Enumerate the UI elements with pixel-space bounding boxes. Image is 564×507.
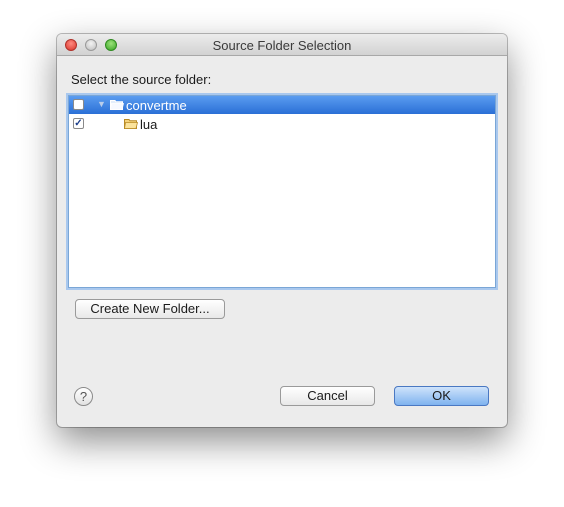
tree-node-convertme[interactable]: ▼ convertme — [69, 96, 495, 114]
help-icon[interactable]: ? — [74, 387, 93, 406]
expand-triangle-icon[interactable]: ▼ — [97, 99, 106, 109]
title-bar[interactable]: Source Folder Selection — [57, 34, 507, 56]
ok-button[interactable]: OK — [394, 386, 489, 406]
source-folder-dialog: Source Folder Selection Select the sourc… — [57, 34, 507, 427]
window-title: Source Folder Selection — [212, 38, 352, 53]
folder-open-icon — [110, 100, 124, 110]
tree-node-label: convertme — [126, 98, 187, 113]
prompt-label: Select the source folder: — [71, 72, 212, 87]
folder-tree[interactable]: ▼ convertme ✓ lua — [68, 95, 496, 288]
tree-node-label: lua — [140, 117, 158, 132]
create-new-folder-button[interactable]: Create New Folder... — [75, 299, 225, 319]
cancel-button[interactable]: Cancel — [280, 386, 375, 406]
lua-checkbox[interactable]: ✓ — [73, 118, 84, 129]
tree-node-lua[interactable]: ✓ lua — [69, 115, 495, 133]
convertme-checkbox[interactable] — [73, 99, 84, 110]
folder-icon — [124, 119, 138, 129]
